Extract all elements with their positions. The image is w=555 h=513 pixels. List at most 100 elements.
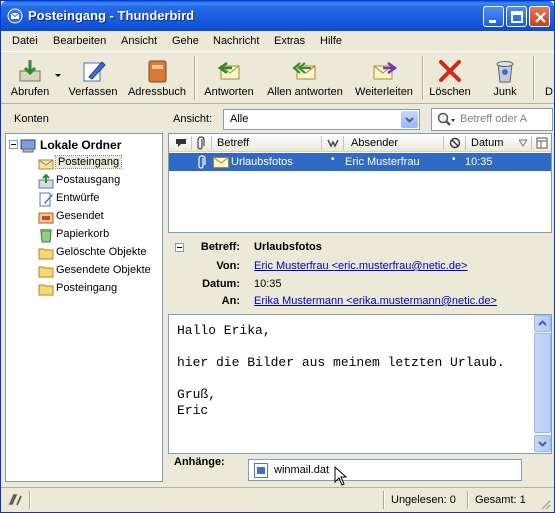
folder-root-lokale-ordner[interactable]: Lokale Ordner	[6, 136, 156, 154]
scroll-down-button[interactable]	[534, 435, 551, 452]
antworten-label: Antworten	[204, 86, 254, 98]
menu-gehe[interactable]: Gehe	[172, 35, 199, 47]
collapse-icon[interactable]	[9, 140, 18, 149]
column-separator	[443, 136, 444, 150]
message-list-header: Betreff Absender Datum	[169, 134, 551, 152]
junk-label: Junk	[493, 86, 517, 98]
minimize-button[interactable]	[483, 6, 504, 27]
menu-hilfe[interactable]: Hilfe	[320, 35, 342, 47]
column-sender[interactable]: Absender	[351, 137, 398, 149]
scroll-thumb[interactable]	[534, 333, 551, 433]
message-sender: Eric Musterfrau	[345, 156, 420, 168]
drafts-icon	[39, 192, 53, 207]
junk-status-dot: •	[331, 154, 335, 165]
search-placeholder: Betreff oder A	[460, 113, 528, 125]
toolbar-overflow-label[interactable]: D	[545, 86, 554, 98]
resize-grip-icon[interactable]	[539, 498, 551, 510]
menu-nachricht[interactable]: Nachricht	[213, 35, 259, 47]
weiterleiten-button[interactable]: Weiterleiten	[351, 54, 417, 102]
folder-papierkorb[interactable]: Papierkorb	[6, 226, 156, 244]
menu-ansicht[interactable]: Ansicht	[121, 35, 157, 47]
unread-count: Ungelesen: 0	[391, 494, 456, 506]
column-separator	[191, 136, 192, 150]
scroll-down-icon	[538, 441, 547, 447]
status-separator	[383, 491, 385, 509]
column-picker-icon[interactable]	[536, 137, 548, 149]
menu-datei[interactable]: Datei	[12, 35, 38, 47]
compose-icon	[83, 61, 106, 82]
inbox-icon	[38, 159, 54, 170]
to-label: An:	[221, 295, 240, 307]
ansicht-select[interactable]: Alle	[223, 109, 420, 130]
forward-icon	[373, 61, 398, 80]
junk-status-column-icon[interactable]	[327, 138, 339, 148]
mouse-cursor-icon	[334, 466, 348, 486]
column-separator	[321, 136, 322, 150]
menu-bar: Datei Bearbeiten Ansicht Gehe Nachricht …	[1, 31, 554, 52]
folder-posteingang-2-label: Posteingang	[56, 282, 118, 294]
scroll-up-button[interactable]	[534, 315, 551, 332]
maximize-icon	[511, 11, 523, 23]
online-status-icon[interactable]	[7, 492, 25, 508]
adressbuch-button[interactable]: Adressbuch	[125, 54, 189, 102]
thread-column-icon[interactable]	[175, 138, 187, 148]
message-subject: Urlaubsfotos	[231, 156, 293, 168]
search-input[interactable]: Betreff oder A	[431, 108, 553, 131]
thunderbird-app-icon	[7, 8, 23, 24]
minimize-icon	[489, 20, 496, 23]
column-subject[interactable]: Betreff	[217, 137, 249, 149]
allen-antworten-label: Allen antworten	[267, 86, 343, 98]
folder-icon	[38, 284, 54, 296]
message-list: Betreff Absender Datum Urlaubsfotos • Er…	[168, 133, 552, 233]
message-body-scrollbar[interactable]	[534, 315, 551, 453]
folder-entwuerfe[interactable]: Entwürfe	[6, 190, 156, 208]
file-icon	[254, 463, 268, 478]
junk-button[interactable]: Junk	[485, 54, 525, 102]
message-body[interactable]: Hallo Erika, hier die Bilder aus meinem …	[168, 314, 552, 454]
loeschen-label: Löschen	[429, 86, 471, 98]
maximize-button[interactable]	[506, 6, 527, 27]
folder-posteingang-2[interactable]: Posteingang	[6, 280, 156, 298]
attachment-column-icon[interactable]	[196, 136, 206, 150]
ansicht-select-value: Alle	[230, 113, 249, 125]
abrufen-label: Abrufen	[10, 86, 50, 98]
verfassen-label: Verfassen	[68, 86, 118, 98]
window-title: Posteingang - Thunderbird	[28, 8, 195, 23]
folder-pane: Lokale Ordner Posteingang Postausgang En…	[5, 133, 163, 482]
chevron-down-icon[interactable]	[401, 111, 418, 128]
close-button[interactable]	[529, 6, 550, 27]
attachment-icon	[198, 155, 206, 169]
status-separator	[467, 491, 469, 509]
folder-gesendete-objekte[interactable]: Gesendete Objekte	[6, 262, 156, 280]
folder-posteingang[interactable]: Posteingang	[6, 154, 156, 172]
menu-bearbeiten[interactable]: Bearbeiten	[53, 35, 106, 47]
antworten-button[interactable]: Antworten	[199, 54, 259, 102]
verfassen-button[interactable]: Verfassen	[65, 54, 121, 102]
folder-gesendet-label: Gesendet	[56, 210, 104, 222]
sent-folder-icon	[38, 212, 54, 224]
attachment-item[interactable]: winmail.dat	[274, 464, 329, 476]
folder-geloeschte-objekte[interactable]: Gelöschte Objekte	[6, 244, 156, 262]
column-date[interactable]: Datum	[471, 137, 503, 149]
from-link[interactable]: Eric Musterfrau <eric.musterfrau@netic.d…	[254, 260, 468, 272]
folder-gesendet[interactable]: Gesendet	[6, 208, 156, 226]
folder-posteingang-label: Posteingang	[54, 155, 123, 169]
folder-entwuerfe-label: Entwürfe	[56, 192, 100, 204]
abrufen-button[interactable]: Abrufen	[5, 54, 55, 102]
toolbar-separator	[194, 56, 196, 100]
to-link[interactable]: Erika Mustermann <erika.mustermann@netic…	[254, 295, 497, 307]
allen-antworten-button[interactable]: Allen antworten	[263, 54, 347, 102]
message-row[interactable]: Urlaubsfotos • Eric Musterfrau • 10:35	[169, 153, 551, 171]
read-status-column-icon[interactable]	[449, 137, 461, 149]
delete-icon	[439, 60, 461, 82]
folder-postausgang[interactable]: Postausgang	[6, 172, 156, 190]
folder-papierkorb-label: Papierkorb	[56, 228, 110, 240]
title-bar[interactable]: Posteingang - Thunderbird	[1, 1, 554, 31]
search-icon[interactable]	[436, 112, 456, 128]
abrufen-dropdown-icon[interactable]	[55, 74, 61, 78]
menu-extras[interactable]: Extras	[274, 35, 305, 47]
total-count: Gesamt: 1	[475, 494, 526, 506]
toolbar-separator	[422, 56, 424, 100]
loeschen-button[interactable]: Löschen	[427, 54, 473, 102]
reply-icon	[217, 61, 240, 80]
